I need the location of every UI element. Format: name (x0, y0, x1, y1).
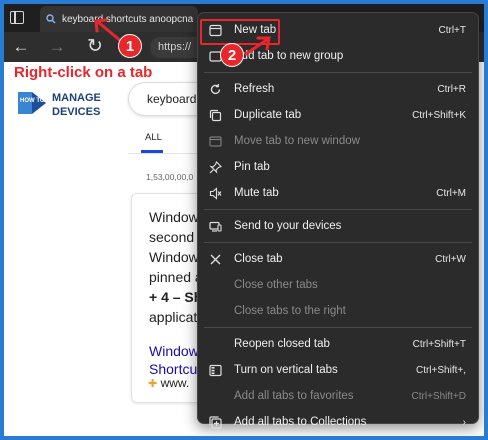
menu-item-label: Duplicate tab (234, 109, 302, 121)
menu-item-shortcut: Ctrl+Shift+, (415, 364, 466, 376)
menu-item-send-to-your-devices[interactable]: Send to your devices (198, 213, 478, 239)
send-devices-icon (208, 219, 222, 233)
menu-item-label: Send to your devices (234, 220, 342, 232)
menu-item-label: Add tab to new group (234, 50, 344, 62)
howto-manage-devices-logo: HOW TO MANAGE DEVICES (16, 90, 101, 118)
menu-item-duplicate-tab[interactable]: Duplicate tab Ctrl+Shift+K (198, 102, 478, 128)
menu-item-label: Close other tabs (234, 279, 318, 291)
instruction-text: Right-click on a tab (14, 64, 153, 81)
menu-item-label: Add all tabs to Collections (234, 416, 367, 428)
menu-item-close-tab[interactable]: Close tab Ctrl+W (198, 246, 478, 272)
results-count: 1,53,00,00,0 (146, 172, 194, 182)
menu-item-shortcut: Ctrl+Shift+K (412, 109, 466, 121)
blank-icon (208, 278, 222, 292)
snippet-line: + 4 – Sh (149, 289, 203, 305)
screenshot-frame: keyboard shortcuts anoopcna ← → ↻ https:… (0, 0, 488, 440)
mute-icon (208, 186, 222, 200)
menu-separator (204, 242, 472, 243)
menu-item-label: Mute tab (234, 187, 279, 199)
menu-item-shortcut: Ctrl+Shift+T (412, 338, 466, 350)
reload-icon[interactable]: ↻ (86, 37, 104, 56)
menu-item-shortcut: Ctrl+W (435, 253, 466, 265)
menu-item-close-other-tabs: Close other tabs (198, 272, 478, 298)
site-url: www. (160, 376, 190, 390)
menu-separator (204, 72, 472, 73)
menu-item-label: Reopen closed tab (234, 338, 330, 350)
move-window-icon (208, 134, 222, 148)
menu-item-label: Move tab to new window (234, 135, 360, 147)
snippet-line: pinned a (149, 269, 203, 285)
step-1-badge: 1 (118, 34, 142, 58)
close-icon (208, 252, 222, 266)
snippet-line: Window (149, 209, 199, 225)
menu-item-shortcut: Ctrl+T (438, 24, 467, 36)
logo-line1: HOW TO (20, 98, 45, 104)
active-tab[interactable]: keyboard shortcuts anoopcna (40, 6, 198, 32)
pin-icon (208, 160, 222, 174)
snippet-line: applicat (149, 309, 198, 325)
menu-item-label: Close tab (234, 253, 283, 265)
back-arrow-icon[interactable]: ← (12, 38, 30, 56)
tab-all[interactable]: ALL (145, 132, 162, 143)
collections-icon (208, 415, 222, 429)
duplicate-icon (208, 108, 222, 122)
menu-item-label: Pin tab (234, 161, 270, 173)
search-favicon-icon (46, 14, 56, 24)
menu-separator (204, 209, 472, 210)
menu-item-turn-on-vertical-tabs[interactable]: Turn on vertical tabs Ctrl+Shift+, (198, 357, 478, 383)
logo-line2b: DEVICES (52, 106, 100, 118)
menu-item-pin-tab[interactable]: Pin tab (198, 154, 478, 180)
logo-line2a: MANAGE (52, 92, 101, 104)
step-2-badge: 2 (220, 43, 244, 67)
menu-item-shortcut: Ctrl+Shift+D (411, 390, 466, 402)
menu-item-label: Refresh (234, 83, 275, 95)
menu-item-label: Add all tabs to favorites (234, 390, 354, 402)
tab-context-menu: New tab Ctrl+T Add tab to new group Refresh… (197, 12, 479, 429)
menu-item-close-tabs-to-the-right: Close tabs to the right (198, 298, 478, 324)
submenu-arrow-icon: › (462, 416, 466, 428)
window-menu-icon[interactable] (10, 11, 24, 24)
menu-item-label: Turn on vertical tabs (234, 364, 338, 376)
menu-separator (204, 327, 472, 328)
blank-icon (208, 304, 222, 318)
search-input[interactable]: keyboard (128, 82, 208, 116)
forward-arrow-icon[interactable]: → (48, 38, 66, 56)
result-site: ✚ www. (148, 376, 189, 390)
new-tab-highlight-box (200, 19, 280, 45)
menu-item-new-tab[interactable]: New tab Ctrl+T (198, 17, 478, 45)
menu-item-shortcut: Ctrl+R (437, 83, 466, 95)
menu-item-label: Close tabs to the right (234, 305, 346, 317)
menu-item-add-all-tabs-to-favorites: Add all tabs to favorites Ctrl+Shift+D (198, 383, 478, 409)
tab-title: keyboard shortcuts anoopcna (62, 13, 194, 25)
menu-item-reopen-closed-tab[interactable]: Reopen closed tab Ctrl+Shift+T (198, 331, 478, 357)
menu-item-add-all-tabs-to-collections[interactable]: Add all tabs to Collections › (198, 409, 478, 435)
refresh-icon (208, 82, 222, 96)
snippet-line: second (149, 229, 195, 245)
browser-window: keyboard shortcuts anoopcna ← → ↻ https:… (4, 4, 484, 436)
menu-item-refresh[interactable]: Refresh Ctrl+R (198, 76, 478, 102)
snippet-line: Window (149, 249, 199, 265)
menu-item-shortcut: Ctrl+M (436, 187, 466, 199)
tabs-divider (128, 153, 208, 154)
menu-item-move-tab-to-new-window: Move tab to new window (198, 128, 478, 154)
blank-icon (208, 389, 222, 403)
blank-icon (208, 337, 222, 351)
menu-item-mute-tab[interactable]: Mute tab Ctrl+M (198, 180, 478, 206)
site-favicon-icon: ✚ (148, 378, 158, 390)
vertical-tabs-icon (208, 363, 222, 377)
